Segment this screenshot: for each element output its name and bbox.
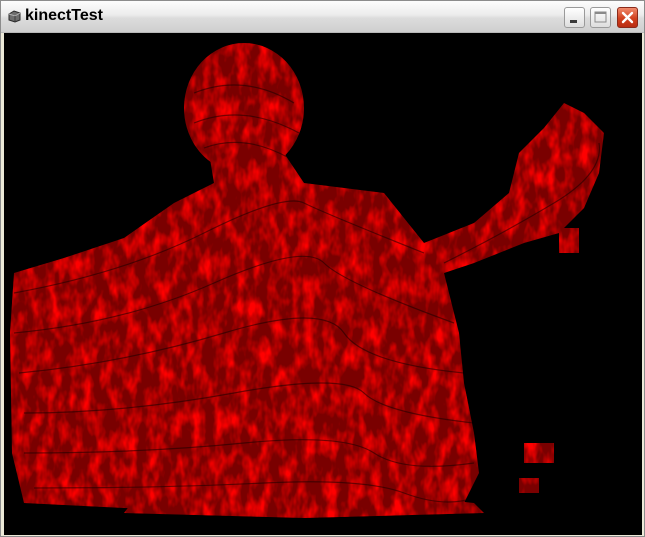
title-bar[interactable]: kinectTest [1, 1, 644, 33]
minimize-button[interactable] [564, 7, 585, 28]
maximize-button[interactable] [590, 7, 611, 28]
depth-image [4, 33, 642, 535]
close-icon [621, 11, 634, 24]
app-window: kinectTest [0, 0, 645, 537]
window-title: kinectTest [25, 7, 103, 24]
app-icon[interactable] [7, 10, 21, 23]
maximize-icon [594, 11, 607, 23]
minimize-icon [570, 20, 577, 23]
depth-view [4, 33, 642, 535]
close-button[interactable] [617, 7, 638, 28]
